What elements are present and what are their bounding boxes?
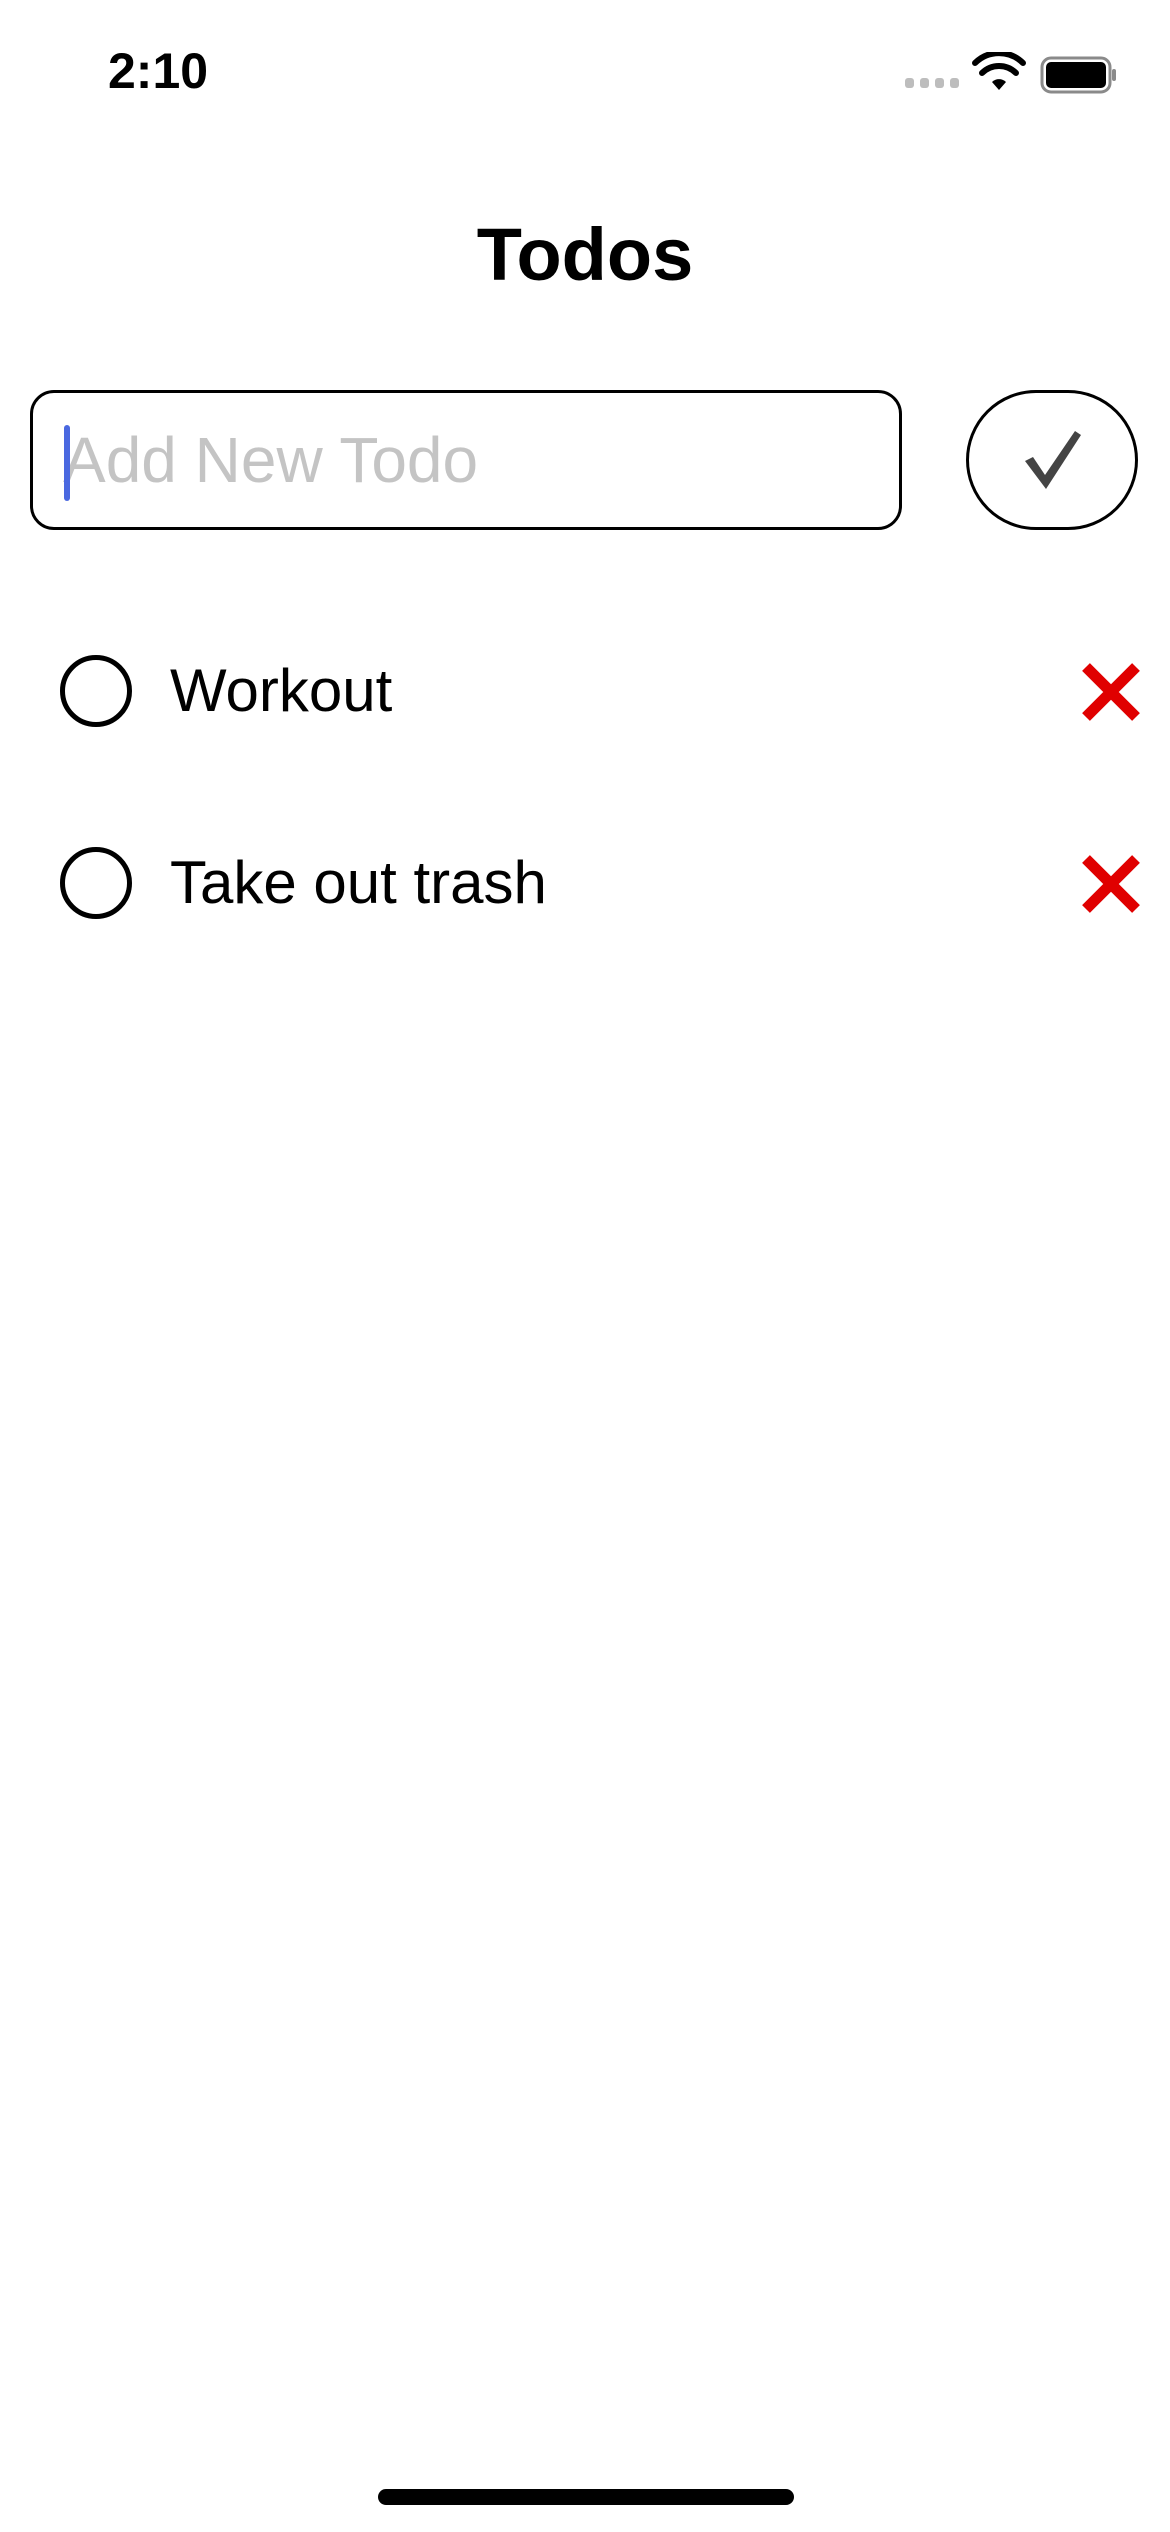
- cellular-signal-icon: [905, 78, 959, 88]
- delete-todo-icon[interactable]: [1080, 661, 1142, 723]
- text-caret: [64, 425, 70, 501]
- delete-todo-icon[interactable]: [1080, 853, 1142, 915]
- wifi-icon: [972, 52, 1026, 90]
- todo-list: Workout Take out trash: [0, 625, 1170, 1009]
- add-todo-button[interactable]: [966, 390, 1138, 530]
- todo-complete-toggle[interactable]: [60, 847, 132, 919]
- new-todo-input[interactable]: [63, 393, 863, 527]
- status-bar: 2:10: [0, 0, 1170, 150]
- home-indicator[interactable]: [378, 2489, 794, 2505]
- todo-item: Workout: [0, 625, 1170, 817]
- page-title: Todos: [476, 213, 694, 296]
- todo-label: Take out trash: [170, 849, 547, 916]
- battery-icon: [1040, 56, 1116, 94]
- todo-complete-toggle[interactable]: [60, 655, 132, 727]
- status-time: 2:10: [108, 43, 209, 99]
- todo-item: Take out trash: [0, 817, 1170, 1009]
- todo-label: Workout: [170, 657, 393, 724]
- checkmark-icon: [1025, 431, 1081, 489]
- new-todo-field[interactable]: [30, 390, 902, 530]
